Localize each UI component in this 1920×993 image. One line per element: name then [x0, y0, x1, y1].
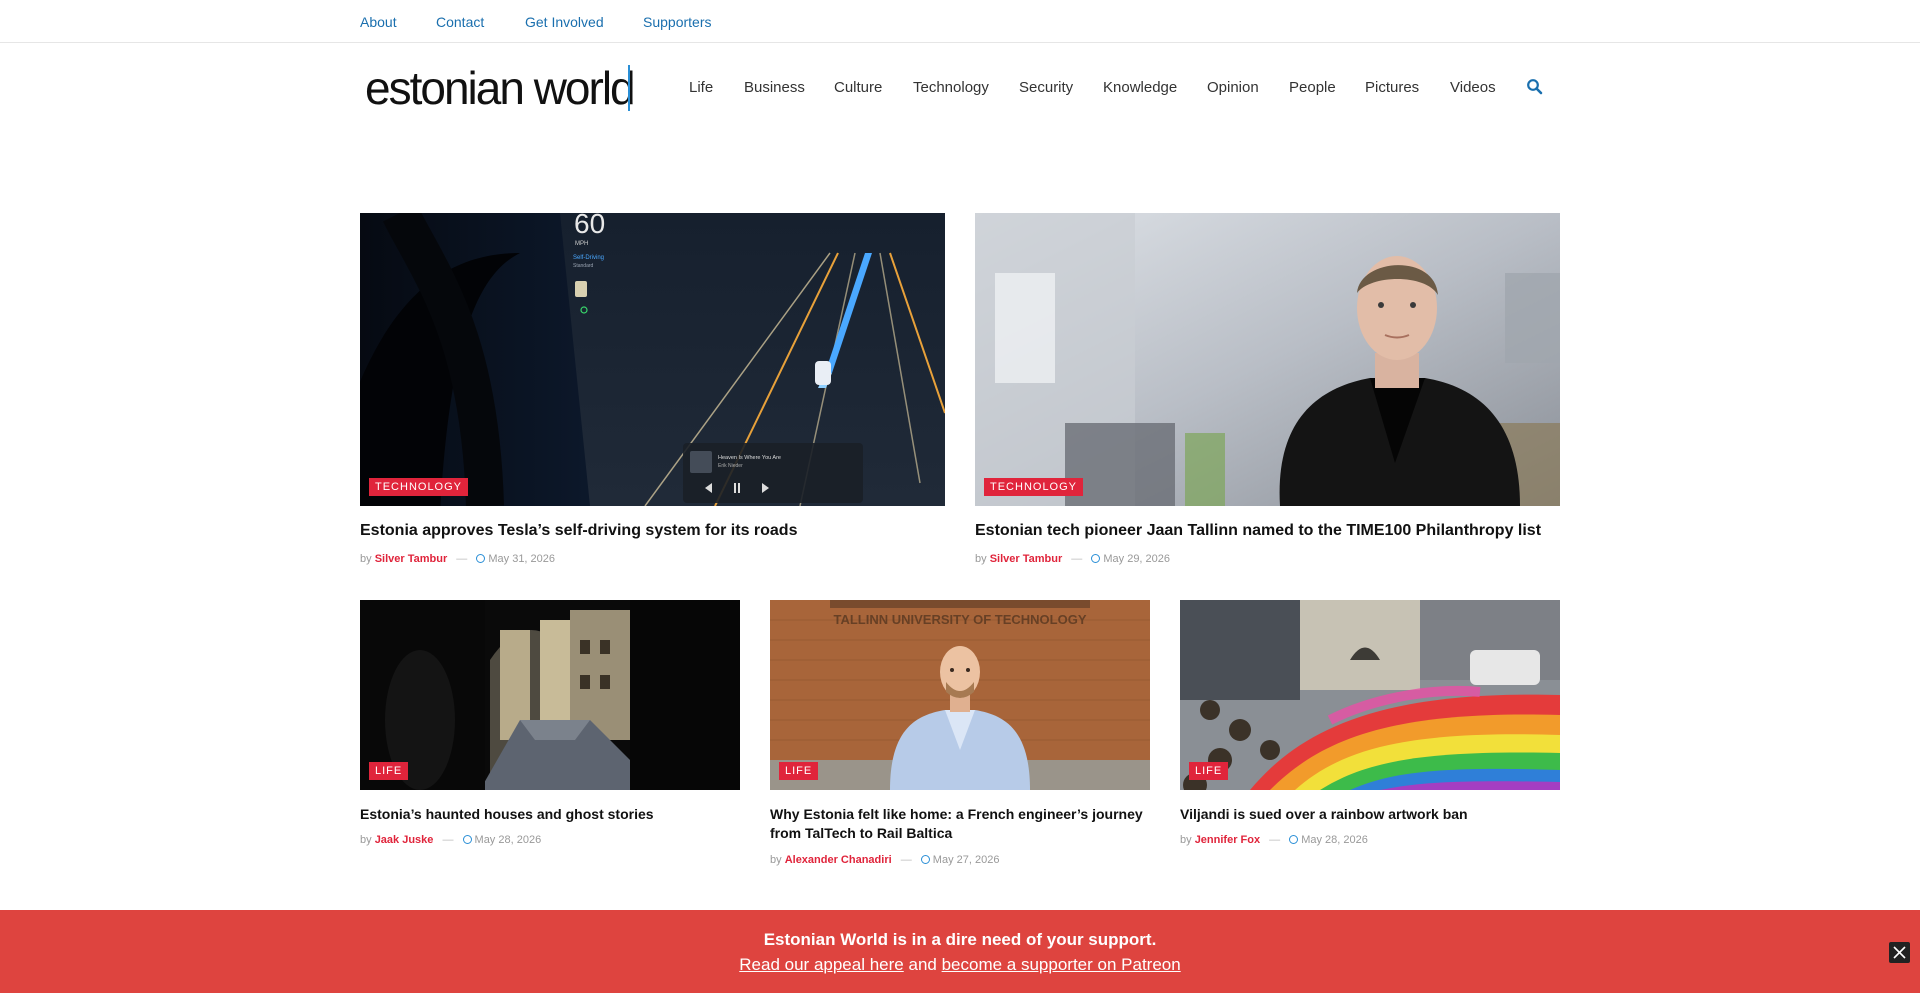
meta-separator: —	[900, 854, 912, 866]
article-image-jaan-tallinn[interactable]	[975, 213, 1560, 506]
author-link[interactable]: Silver Tambur	[375, 553, 448, 565]
top-link-about[interactable]: About	[360, 14, 397, 30]
tesla-speed-text: 60	[574, 213, 605, 239]
article-image-viljandi-rainbow[interactable]	[1180, 600, 1560, 790]
category-badge[interactable]: TECHNOLOGY	[984, 478, 1084, 496]
article-title-tesla[interactable]: Estonia approves Tesla’s self-driving sy…	[360, 521, 945, 541]
nav-opinion[interactable]: Opinion	[1207, 79, 1259, 96]
category-badge[interactable]: LIFE	[1189, 762, 1229, 780]
article-meta: by Silver Tambur — May 31, 2026	[360, 553, 555, 565]
author-link[interactable]: Alexander Chanadiri	[785, 854, 892, 866]
meta-by: by	[770, 854, 782, 866]
banner-and-text: and	[908, 955, 937, 974]
category-badge[interactable]: LIFE	[369, 762, 409, 780]
logo-cursor-bar	[628, 65, 630, 111]
article-date[interactable]: May 28, 2026	[475, 834, 542, 846]
clock-icon	[476, 554, 486, 563]
clock-icon	[1091, 554, 1101, 563]
article-date[interactable]: May 27, 2026	[933, 854, 1000, 866]
meta-by: by	[975, 553, 987, 565]
tesla-self-driving-text: Self-Driving	[573, 255, 604, 261]
tesla-song-text: Heaven Is Where You Are	[718, 455, 781, 461]
meta-by: by	[360, 834, 372, 846]
banner-close-button[interactable]	[1889, 942, 1910, 963]
clock-icon	[462, 835, 472, 844]
meta-separator: —	[1269, 834, 1281, 846]
article-date[interactable]: May 29, 2026	[1103, 553, 1170, 565]
article-date[interactable]: May 28, 2026	[1301, 834, 1368, 846]
nav-videos[interactable]: Videos	[1450, 79, 1496, 96]
article-image-haunted-houses[interactable]	[360, 600, 740, 790]
tesla-standard-text: Standard	[573, 263, 594, 269]
meta-separator: —	[442, 834, 454, 846]
nav-people[interactable]: People	[1289, 79, 1336, 96]
article-title-haunted-houses[interactable]: Estonia’s haunted houses and ghost stori…	[360, 805, 740, 824]
article-title-jaan-tallinn[interactable]: Estonian tech pioneer Jaan Tallinn named…	[975, 521, 1560, 541]
article-meta: by Alexander Chanadiri — May 27, 2026	[770, 854, 999, 866]
appeal-link[interactable]: Read our appeal here	[739, 955, 903, 974]
building-sign-text: TALLINN UNIVERSITY OF TECHNOLOGY	[833, 612, 1086, 627]
category-badge[interactable]: TECHNOLOGY	[369, 478, 469, 496]
search-icon[interactable]	[1526, 78, 1544, 96]
article-image-french-engineer[interactable]: TALLINN UNIVERSITY OF TECHNOLOGY	[770, 600, 1150, 790]
clock-icon	[920, 855, 930, 864]
category-badge[interactable]: LIFE	[779, 762, 819, 780]
banner-links: Read our appeal here and become a suppor…	[0, 955, 1920, 975]
author-link[interactable]: Silver Tambur	[990, 553, 1063, 565]
article-image-tesla[interactable]: 60 MPH Self-Driving Standard Heaven Is W…	[360, 213, 945, 506]
site-logo[interactable]: estonian world	[365, 62, 636, 114]
close-icon	[1893, 946, 1906, 959]
top-link-get-involved[interactable]: Get Involved	[525, 14, 604, 30]
meta-by: by	[360, 553, 372, 565]
clock-icon	[1289, 835, 1299, 844]
nav-pictures[interactable]: Pictures	[1365, 79, 1419, 96]
article-meta: by Jaak Juske — May 28, 2026	[360, 834, 541, 846]
top-link-contact[interactable]: Contact	[436, 14, 484, 30]
meta-separator: —	[1071, 553, 1083, 565]
author-link[interactable]: Jaak Juske	[375, 834, 434, 846]
top-link-supporters[interactable]: Supporters	[643, 14, 711, 30]
nav-business[interactable]: Business	[744, 79, 805, 96]
meta-separator: —	[456, 553, 468, 565]
article-meta: by Silver Tambur — May 29, 2026	[975, 553, 1170, 565]
nav-life[interactable]: Life	[689, 79, 713, 96]
nav-technology[interactable]: Technology	[913, 79, 989, 96]
banner-headline: Estonian World is in a dire need of your…	[763, 930, 1157, 949]
article-date[interactable]: May 31, 2026	[488, 553, 555, 565]
tesla-artist-text: Erik Nieder	[718, 463, 743, 469]
nav-culture[interactable]: Culture	[834, 79, 882, 96]
author-link[interactable]: Jennifer Fox	[1195, 834, 1260, 846]
tesla-mph-text: MPH	[575, 241, 588, 247]
article-meta: by Jennifer Fox — May 28, 2026	[1180, 834, 1368, 846]
top-bar: About Contact Get Involved Supporters	[0, 0, 1920, 43]
article-title-viljandi-rainbow[interactable]: Viljandi is sued over a rainbow artwork …	[1180, 805, 1560, 824]
nav-security[interactable]: Security	[1019, 79, 1073, 96]
support-banner: Estonian World is in a dire need of your…	[0, 910, 1920, 993]
patreon-link[interactable]: become a supporter on Patreon	[942, 955, 1181, 974]
nav-knowledge[interactable]: Knowledge	[1103, 79, 1177, 96]
meta-by: by	[1180, 834, 1192, 846]
article-title-french-engineer[interactable]: Why Estonia felt like home: a French eng…	[770, 805, 1150, 843]
